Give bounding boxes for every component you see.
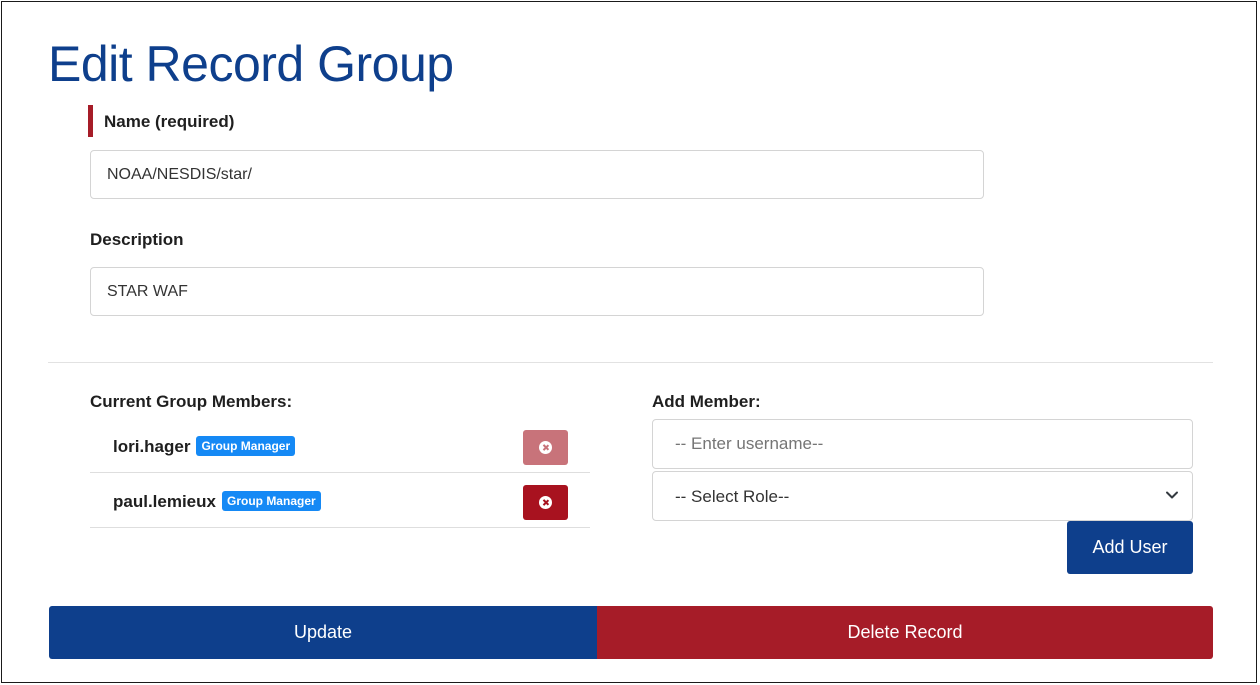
member-row: lori.hager Group Manager	[90, 419, 590, 473]
page-title: Edit Record Group	[48, 36, 454, 92]
member-entry: paul.lemieux Group Manager	[113, 491, 321, 512]
section-divider	[48, 362, 1213, 363]
required-indicator	[88, 105, 93, 137]
x-circle-icon	[539, 496, 552, 509]
description-label: Description	[90, 230, 184, 249]
page-frame	[1, 1, 1257, 683]
member-row: paul.lemieux Group Manager	[90, 474, 590, 528]
current-members-heading: Current Group Members:	[90, 392, 293, 411]
remove-member-button[interactable]	[523, 430, 568, 465]
member-username: lori.hager	[113, 437, 191, 456]
delete-record-button[interactable]: Delete Record	[597, 606, 1213, 659]
update-button[interactable]: Update	[49, 606, 597, 659]
role-badge: Group Manager	[196, 436, 296, 456]
chevron-down-icon	[1166, 491, 1178, 499]
name-input[interactable]	[90, 150, 984, 199]
description-input[interactable]	[90, 267, 984, 316]
name-label: Name (required)	[104, 112, 235, 131]
role-select-value: -- Select Role--	[675, 487, 790, 506]
remove-member-button[interactable]	[523, 485, 568, 520]
add-member-heading: Add Member:	[652, 392, 761, 411]
username-input[interactable]	[652, 419, 1193, 469]
x-circle-icon	[539, 441, 552, 454]
role-badge: Group Manager	[221, 491, 321, 511]
add-user-button[interactable]: Add User	[1067, 521, 1193, 574]
member-entry: lori.hager Group Manager	[113, 436, 296, 457]
member-username: paul.lemieux	[113, 492, 216, 511]
role-select[interactable]: -- Select Role--	[652, 471, 1193, 521]
